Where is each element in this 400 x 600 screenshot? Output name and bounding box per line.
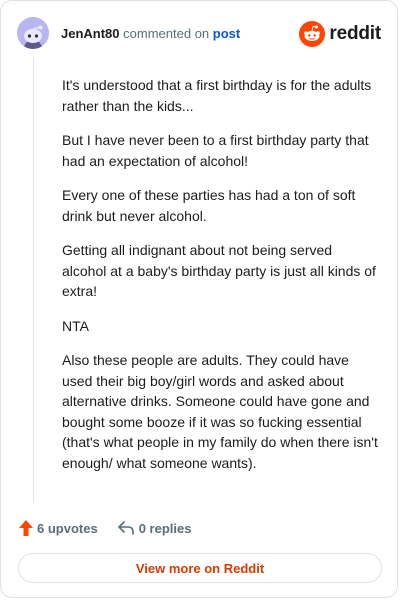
comment-paragraph: Getting all indignant about not being se… [62, 242, 376, 299]
upvote-count: 6 upvotes [37, 520, 98, 536]
view-more-button[interactable]: View more on Reddit [18, 553, 382, 583]
post-link[interactable]: post [213, 26, 240, 41]
embedded-comment-card: JenAnt80 commented on post reddit It's u… [0, 0, 398, 598]
comment-paragraph: It's understood that a first birthday is… [62, 77, 372, 114]
comment-paragraph: But I have never been to a first birthda… [62, 132, 369, 169]
upvote-button[interactable]: 6 upvotes [19, 520, 98, 536]
comment-body: It's understood that a first birthday is… [62, 75, 380, 487]
reply-count: 0 replies [138, 520, 192, 536]
reply-arrow-icon [117, 521, 134, 535]
snoo-avatar-icon[interactable] [17, 17, 49, 49]
upvote-arrow-icon [19, 520, 33, 536]
reddit-logo-icon [299, 21, 326, 47]
username-link[interactable]: JenAnt80 [61, 26, 120, 41]
comment-meta: JenAnt80 commented on post [61, 26, 240, 41]
reddit-wordmark: reddit [329, 23, 381, 44]
comment-paragraph: Every one of these parties has had a ton… [62, 187, 356, 224]
comment-actions: 6 upvotes 0 replies [19, 517, 191, 539]
comment-header: JenAnt80 commented on post reddit [17, 17, 381, 51]
reddit-logo[interactable]: reddit [299, 21, 381, 47]
commented-on-text: commented on [123, 26, 210, 41]
thread-line [33, 57, 34, 503]
comment-paragraph: Also these people are adults. They could… [62, 352, 378, 471]
comment-paragraph: NTA [62, 317, 89, 334]
replies-button[interactable]: 0 replies [117, 520, 192, 536]
